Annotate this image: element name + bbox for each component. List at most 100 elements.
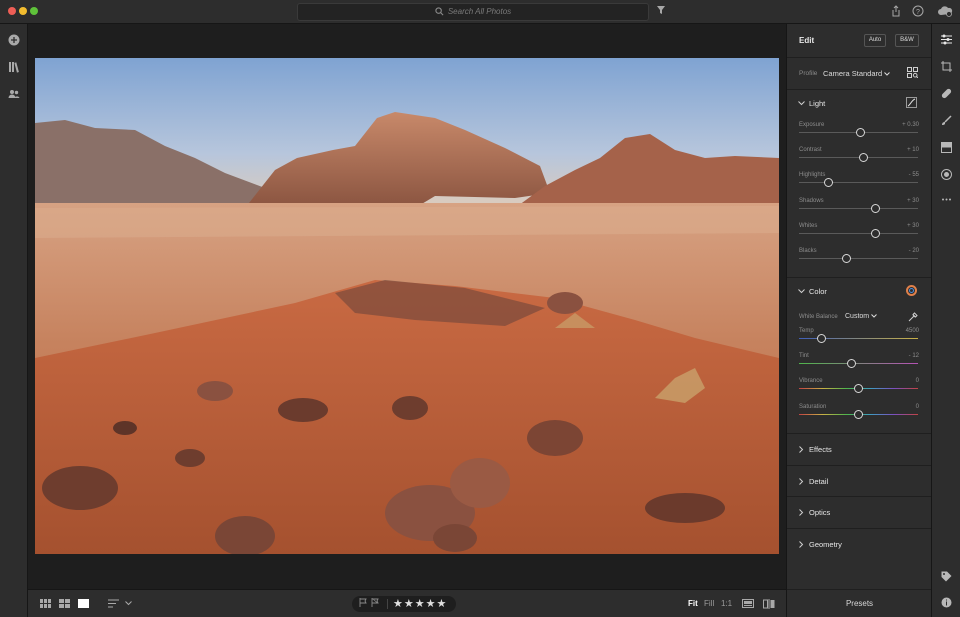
help-icon[interactable]: ? [912, 5, 924, 17]
slider-tint[interactable]: Tint - 12 [787, 353, 932, 378]
slider-label: Whites [799, 222, 818, 229]
section-effects[interactable]: Effects [787, 433, 932, 465]
edit-sliders-icon[interactable] [941, 34, 952, 45]
tag-icon[interactable] [941, 571, 952, 582]
slider-track[interactable] [799, 228, 918, 238]
chevron-right-icon[interactable] [799, 446, 804, 453]
slider-thumb[interactable] [870, 203, 880, 213]
slider-thumb[interactable] [817, 334, 827, 343]
slider-thumb[interactable] [856, 128, 866, 137]
linear-gradient-icon[interactable] [941, 142, 952, 153]
slider-label: Tint [799, 353, 809, 360]
library-icon[interactable] [8, 61, 20, 73]
rating-flags-pill: ★★★★★ [352, 596, 456, 612]
zoom-1to1-button[interactable]: 1:1 [721, 599, 732, 608]
slider-thumb[interactable] [842, 254, 852, 263]
chevron-right-icon[interactable] [799, 477, 804, 485]
healing-icon[interactable] [941, 88, 952, 99]
zoom-fill-button[interactable]: Fill [704, 599, 714, 608]
slider-label: Saturation [799, 403, 827, 410]
close-window-button[interactable] [8, 7, 16, 15]
cloud-sync-icon[interactable] [937, 5, 953, 17]
search-input[interactable]: Search All Photos [297, 3, 649, 21]
auto-button[interactable]: Auto [864, 34, 886, 47]
slider-saturation[interactable]: Saturation 0 [787, 404, 932, 429]
chevron-right-icon[interactable] [799, 509, 804, 516]
presets-button[interactable]: Presets [787, 589, 932, 617]
slider-track[interactable] [799, 409, 918, 419]
chevron-right-icon[interactable] [799, 540, 804, 548]
slider-track[interactable] [799, 128, 918, 137]
bottom-toolbar: ★★★★★ Fit Fill 1:1 [28, 589, 786, 617]
radial-gradient-icon[interactable] [941, 169, 952, 180]
slider-blacks[interactable]: Blacks - 20 [787, 248, 932, 273]
slider-thumb[interactable] [858, 153, 868, 163]
minimize-window-button[interactable] [19, 7, 27, 15]
slider-track[interactable] [799, 254, 918, 263]
pick-flag-icon[interactable] [359, 598, 368, 607]
photo-grid-icon[interactable] [59, 599, 70, 608]
square-grid-icon[interactable] [40, 599, 51, 608]
section-geometry[interactable]: Geometry [787, 527, 932, 560]
zoom-fit-button[interactable]: Fit [688, 599, 698, 608]
filter-icon[interactable] [656, 5, 666, 15]
profile-select[interactable]: Camera Standard [823, 69, 891, 78]
color-mixer-icon[interactable] [906, 285, 917, 296]
slider-thumb[interactable] [854, 384, 863, 394]
slider-track[interactable] [799, 178, 918, 188]
brush-icon[interactable] [941, 115, 952, 126]
photo-canvas[interactable] [28, 24, 786, 589]
slider-value: 4500 [905, 328, 919, 334]
slider-track[interactable] [799, 384, 918, 394]
color-title[interactable]: Color [809, 287, 827, 296]
desert-photo[interactable] [35, 58, 779, 554]
light-title[interactable]: Light [809, 99, 825, 108]
chevron-down-icon[interactable] [798, 101, 805, 106]
eyedropper-icon[interactable] [908, 312, 918, 322]
slider-contrast[interactable]: Contrast + 10 [787, 147, 932, 172]
section-optics[interactable]: Optics [787, 496, 932, 528]
left-rail [0, 24, 28, 617]
profile-browser-icon[interactable] [907, 67, 918, 78]
section-detail[interactable]: Detail [787, 464, 932, 497]
section-title[interactable]: Effects [809, 445, 832, 454]
section-title[interactable]: Detail [809, 477, 828, 486]
slider-track[interactable] [799, 359, 918, 369]
slider-shadows[interactable]: Shadows + 30 [787, 198, 932, 223]
slider-thumb[interactable] [870, 228, 880, 238]
sort-icon[interactable] [108, 599, 119, 608]
share-icon[interactable] [891, 5, 901, 17]
compare-icon[interactable] [763, 599, 775, 609]
filmstrip-icon[interactable] [742, 599, 754, 608]
info-icon[interactable] [941, 597, 952, 608]
star-rating[interactable]: ★★★★★ [393, 597, 447, 610]
slider-thumb[interactable] [824, 178, 834, 188]
tone-curve-icon[interactable] [906, 97, 917, 108]
slider-thumb[interactable] [846, 359, 856, 369]
chevron-down-icon[interactable] [125, 601, 132, 606]
slider-thumb[interactable] [854, 409, 863, 419]
slider-track[interactable] [799, 334, 918, 343]
crop-icon[interactable] [941, 61, 952, 72]
slider-temp[interactable]: Temp 4500 [787, 328, 932, 353]
profile-row: Profile Camera Standard [787, 57, 932, 89]
slider-track[interactable] [799, 153, 918, 163]
bw-button[interactable]: B&W [895, 34, 919, 47]
detail-view-icon[interactable] [78, 599, 89, 608]
slider-value: - 12 [908, 353, 919, 360]
reject-flag-icon[interactable] [371, 598, 380, 607]
section-title[interactable]: Geometry [809, 540, 842, 549]
more-icon[interactable] [941, 194, 952, 205]
slider-exposure[interactable]: Exposure + 0.30 [787, 122, 932, 147]
chevron-down-icon[interactable] [798, 289, 805, 294]
section-title[interactable]: Optics [809, 508, 830, 517]
zoom-window-button[interactable] [30, 7, 38, 15]
slider-vibrance[interactable]: Vibrance 0 [787, 378, 932, 403]
people-icon[interactable] [8, 88, 20, 100]
slider-whites[interactable]: Whites + 30 [787, 223, 932, 248]
slider-track[interactable] [799, 203, 918, 213]
title-bar: Search All Photos ? [0, 0, 960, 24]
slider-highlights[interactable]: Highlights - 55 [787, 172, 932, 197]
wb-select[interactable]: Custom [845, 313, 877, 320]
add-photos-icon[interactable] [8, 34, 20, 46]
